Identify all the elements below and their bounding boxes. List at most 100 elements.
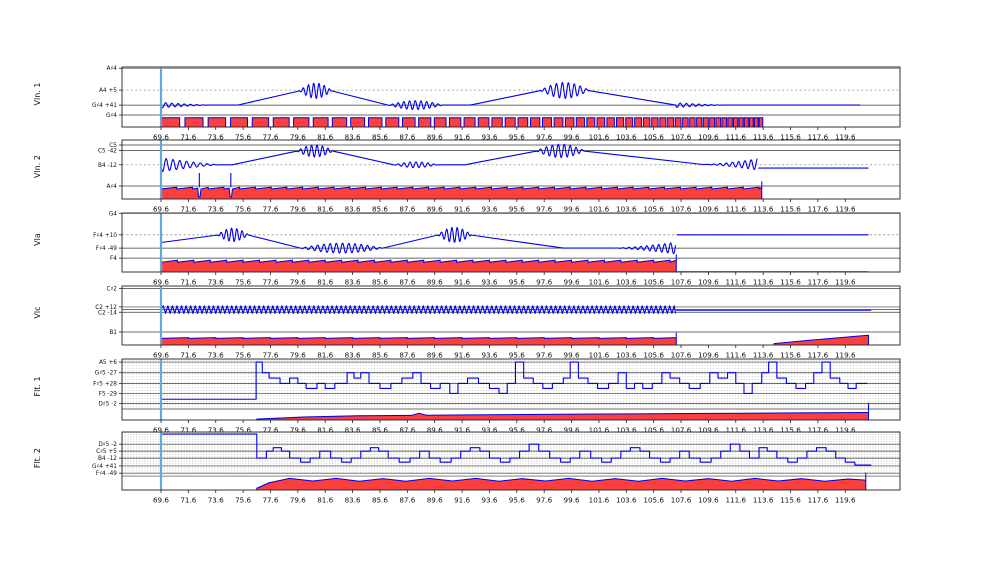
x-tick-label: 75.6 <box>235 278 251 287</box>
amplitude-area <box>257 403 869 420</box>
x-tick-label: 81.6 <box>317 278 333 287</box>
x-tick-label: 83.6 <box>345 278 361 287</box>
x-tick-label: 75.6 <box>235 205 251 214</box>
x-tick-label: 81.6 <box>317 351 333 360</box>
x-tick-label: 85.6 <box>372 496 388 505</box>
x-tick-label: 105.6 <box>643 205 664 214</box>
x-tick-label: 103.6 <box>616 205 637 214</box>
y-tick-label: F♯5 +28 <box>93 380 117 387</box>
x-tick-label: 107.6 <box>671 205 692 214</box>
x-tick-label: 75.6 <box>235 496 251 505</box>
x-tick-label: 117.6 <box>808 205 829 214</box>
x-tick-label: 103.6 <box>616 496 637 505</box>
x-tick-label: 85.6 <box>372 351 388 360</box>
y-tick-label: F♯4 -49 <box>96 245 117 252</box>
x-tick-label: 73.6 <box>208 205 224 214</box>
x-tick-label: 73.6 <box>208 351 224 360</box>
x-tick-label: 71.6 <box>180 278 196 287</box>
x-tick-label: 99.6 <box>564 351 580 360</box>
subplot-frame <box>122 286 900 345</box>
x-tick-label: 119.6 <box>835 351 856 360</box>
x-tick-label: 87.6 <box>399 496 415 505</box>
subplot-title: Vln. 1 <box>33 83 42 106</box>
x-tick-label: 117.6 <box>808 278 829 287</box>
x-tick-label: 91.6 <box>454 351 470 360</box>
x-tick-label: 115.6 <box>780 278 801 287</box>
x-tick-label: 117.6 <box>808 351 829 360</box>
x-tick-label: 81.6 <box>317 205 333 214</box>
x-tick-label: 89.6 <box>427 426 443 435</box>
y-tick-label: A♯4 <box>107 183 118 190</box>
x-tick-label: 69.6 <box>153 351 169 360</box>
y-tick-label: F♯4 +10 <box>93 232 117 239</box>
x-tick-label: 71.6 <box>180 205 196 214</box>
x-tick-label: 111.6 <box>725 426 746 435</box>
x-tick-label: 89.6 <box>427 278 443 287</box>
y-tick-label: B4 -12 <box>98 456 117 462</box>
x-tick-label: 113.6 <box>753 278 774 287</box>
x-tick-label: 111.6 <box>725 278 746 287</box>
y-tick-label: A5 +6 <box>99 360 117 366</box>
x-tick-label: 95.6 <box>509 496 525 505</box>
y-tick-label: F4 <box>110 256 117 262</box>
x-tick-label: 85.6 <box>372 426 388 435</box>
x-tick-label: 91.6 <box>454 278 470 287</box>
x-tick-label: 97.6 <box>536 496 552 505</box>
y-tick-label: C5 -42 <box>98 149 117 155</box>
y-tick-label: A4 +5 <box>99 88 117 94</box>
amplitude-area <box>161 181 762 199</box>
y-tick-label: G♯4 +41 <box>92 463 117 470</box>
y-tick-label: C♯5 +5 <box>96 448 117 455</box>
y-tick-label: F5 -29 <box>99 391 118 397</box>
x-tick-label: 111.6 <box>725 351 746 360</box>
x-tick-label: 95.6 <box>509 426 525 435</box>
x-tick-label: 71.6 <box>180 496 196 505</box>
x-tick-label: 93.6 <box>481 496 497 505</box>
x-tick-label: 105.6 <box>643 278 664 287</box>
x-tick-label: 83.6 <box>345 496 361 505</box>
subplot-title: Vla <box>33 233 42 246</box>
x-tick-label: 91.6 <box>454 426 470 435</box>
x-tick-label: 107.6 <box>671 426 692 435</box>
y-tick-label: C2 -14 <box>98 310 117 316</box>
x-tick-label: 69.6 <box>153 496 169 505</box>
x-tick-label: 107.6 <box>671 351 692 360</box>
x-tick-label: 101.6 <box>589 426 610 435</box>
x-tick-label: 117.6 <box>808 496 829 505</box>
y-tick-label: G♯4 +41 <box>92 102 117 109</box>
x-tick-label: 97.6 <box>536 351 552 360</box>
y-tick-label: B4 -12 <box>98 163 117 169</box>
x-tick-label: 77.6 <box>262 426 278 435</box>
x-tick-label: 109.6 <box>698 426 719 435</box>
x-tick-label: 69.6 <box>153 278 169 287</box>
x-tick-label: 71.6 <box>180 351 196 360</box>
subplot-title: Vlc <box>33 307 42 319</box>
amplitude-area <box>257 473 866 490</box>
y-tick-label: D♯5 -2 <box>98 401 117 408</box>
x-tick-label: 119.6 <box>835 278 856 287</box>
x-tick-label: 95.6 <box>509 351 525 360</box>
y-tick-label: C♯2 <box>106 285 117 292</box>
x-tick-label: 81.6 <box>317 426 333 435</box>
y-tick-label: G4 <box>109 211 117 217</box>
x-tick-label: 111.6 <box>725 205 746 214</box>
x-tick-label: 99.6 <box>564 426 580 435</box>
x-tick-label: 85.6 <box>372 278 388 287</box>
y-tick-label: D♯5 -2 <box>98 441 117 448</box>
x-tick-label: 71.6 <box>180 426 196 435</box>
x-tick-label: 81.6 <box>317 496 333 505</box>
x-tick-label: 113.6 <box>753 205 774 214</box>
x-tick-label: 113.6 <box>753 351 774 360</box>
x-tick-label: 105.6 <box>643 351 664 360</box>
x-tick-label: 93.6 <box>481 351 497 360</box>
x-tick-label: 115.6 <box>780 351 801 360</box>
y-tick-label: B1 <box>109 330 117 336</box>
x-tick-label: 97.6 <box>536 426 552 435</box>
pitch-line <box>161 144 869 171</box>
x-tick-label: 109.6 <box>698 496 719 505</box>
x-tick-label: 83.6 <box>345 205 361 214</box>
x-tick-label: 79.6 <box>290 351 306 360</box>
x-tick-label: 115.6 <box>780 426 801 435</box>
x-tick-label: 91.6 <box>454 205 470 214</box>
x-tick-label: 77.6 <box>262 496 278 505</box>
